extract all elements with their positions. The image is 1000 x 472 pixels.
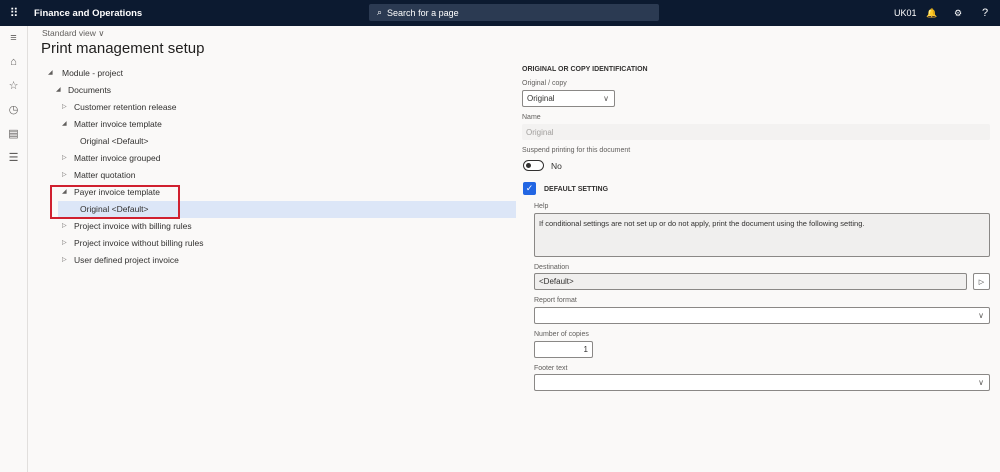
tree-item-label: Original <Default>: [80, 136, 149, 146]
expand-arrow-icon[interactable]: ▷: [62, 252, 67, 269]
expand-arrow-icon[interactable]: ▷: [62, 218, 67, 235]
suspend-label: Suspend printing for this document: [522, 147, 631, 154]
expand-arrow-icon[interactable]: ▷: [62, 235, 67, 252]
destination-label: Destination: [534, 264, 570, 271]
original-copy-select[interactable]: Original ∨: [522, 90, 615, 107]
hamburger-icon[interactable]: ≡: [0, 26, 27, 50]
list-icon[interactable]: ☰: [0, 146, 27, 170]
copies-label: Number of copies: [534, 331, 589, 338]
section-header: ORIGINAL OR COPY IDENTIFICATION: [522, 66, 648, 73]
clock-icon[interactable]: ◷: [0, 98, 27, 122]
gear-icon[interactable]: ⚙: [954, 0, 962, 26]
chevron-down-icon: ∨: [978, 311, 984, 320]
destination-field[interactable]: <Default>: [534, 273, 967, 290]
search-box[interactable]: ⌕ Search for a page: [369, 4, 659, 21]
app-name: Finance and Operations: [34, 7, 143, 19]
help-label: Help: [534, 203, 549, 210]
tree-item-label: Matter invoice grouped: [74, 153, 161, 163]
app-launcher-icon[interactable]: ⠿: [0, 6, 28, 20]
tree-item[interactable]: ▷ Matter quotation: [40, 167, 516, 184]
tree-item-label: Customer retention release: [74, 102, 177, 112]
collapse-arrow-icon[interactable]: ◢: [62, 116, 67, 133]
name-value: Original: [526, 127, 554, 137]
highlight-box: [50, 185, 180, 219]
search-placeholder: Search for a page: [387, 7, 459, 18]
star-icon[interactable]: ☆: [0, 74, 27, 98]
chevron-down-icon: ∨: [978, 378, 984, 387]
tree-item[interactable]: ◢ Documents: [40, 82, 516, 99]
help-text: If conditional settings are not set up o…: [534, 213, 990, 257]
search-icon: ⌕: [377, 7, 383, 17]
tree-item[interactable]: ▷ Project invoice without billing rules: [40, 235, 516, 252]
original-copy-value: Original: [527, 94, 555, 103]
tree-item-label: Documents: [68, 85, 111, 95]
report-format-select[interactable]: ∨: [534, 307, 990, 324]
tree-item[interactable]: ▷ Matter invoice grouped: [40, 150, 516, 167]
expand-arrow-icon[interactable]: ▷: [62, 99, 67, 116]
tree-item[interactable]: ▷ Customer retention release: [40, 99, 516, 116]
original-copy-label: Original / copy: [522, 80, 567, 87]
suspend-value: No: [551, 161, 562, 171]
footer-select[interactable]: ∨: [534, 374, 990, 391]
tree-item-label: User defined project invoice: [74, 255, 179, 265]
expand-arrow-icon[interactable]: ▷: [62, 167, 67, 184]
home-icon[interactable]: ⌂: [0, 50, 27, 74]
tree-item-label: Module - project: [62, 68, 123, 78]
copies-field[interactable]: 1: [534, 341, 593, 358]
footer-label: Footer text: [534, 365, 568, 372]
tree-item[interactable]: ▷ Project invoice with billing rules: [40, 218, 516, 235]
tree-item[interactable]: Original <Default>: [40, 133, 516, 150]
tree-item-label: Matter quotation: [74, 170, 136, 180]
tree-item[interactable]: ◢ Matter invoice template: [40, 116, 516, 133]
collapse-arrow-icon[interactable]: ◢: [48, 65, 53, 82]
name-field[interactable]: Original: [522, 124, 990, 140]
default-setting-checkbox[interactable]: ✓: [523, 182, 536, 195]
suspend-toggle[interactable]: [523, 160, 544, 171]
workspace-icon[interactable]: ▤: [0, 122, 27, 146]
default-setting-label: DEFAULT SETTING: [544, 186, 609, 193]
report-format-label: Report format: [534, 297, 577, 304]
bell-icon[interactable]: 🔔: [926, 0, 937, 26]
tree-item[interactable]: ◢ Module - project: [40, 65, 516, 82]
tree-item[interactable]: ▷ User defined project invoice: [40, 252, 516, 269]
top-bar: ⠿ Finance and Operations ⌕ Search for a p…: [0, 0, 1000, 26]
destination-play-button[interactable]: ▷: [973, 273, 990, 290]
tree-item-label: Project invoice without billing rules: [74, 238, 204, 248]
chevron-down-icon: ∨: [603, 94, 609, 103]
company-picker[interactable]: UK01: [894, 0, 917, 26]
left-nav: ≡ ⌂ ☆ ◷ ▤ ☰: [0, 26, 28, 472]
view-selector[interactable]: Standard view ∨: [42, 28, 104, 39]
name-label: Name: [522, 114, 541, 121]
collapse-arrow-icon[interactable]: ◢: [56, 82, 61, 99]
tree-item-label: Project invoice with billing rules: [74, 221, 192, 231]
expand-arrow-icon[interactable]: ▷: [62, 150, 67, 167]
page-title: Print management setup: [41, 40, 205, 57]
tree-item-label: Matter invoice template: [74, 119, 162, 129]
help-icon[interactable]: ?: [982, 0, 988, 26]
